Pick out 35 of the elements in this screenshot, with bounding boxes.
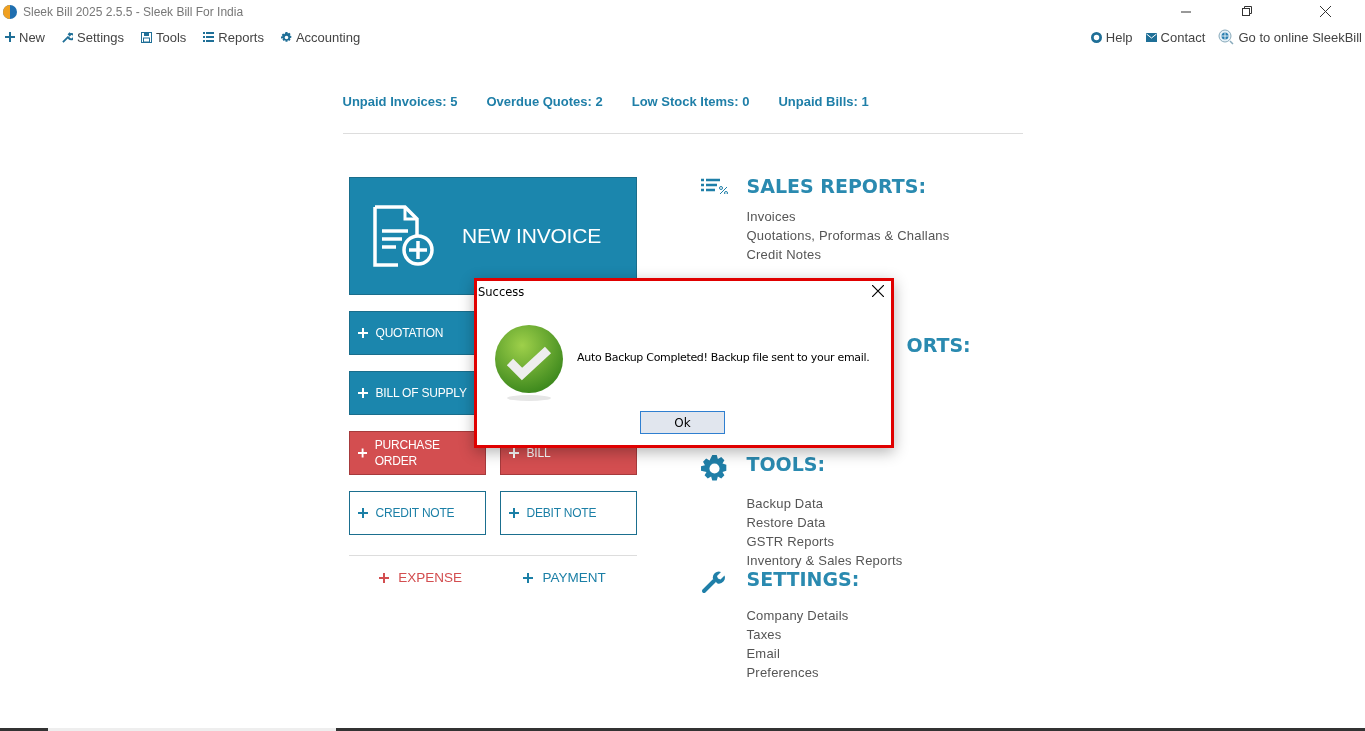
report-link[interactable]: Quotations, Proformas & Challans <box>746 226 971 245</box>
header-link[interactable]: Go to online SleekBill <box>1218 29 1362 45</box>
action-link[interactable]: PAYMENT <box>523 570 606 585</box>
action-button[interactable]: DEBIT NOTE <box>499 491 637 535</box>
section-heading: SALES REPORTS: <box>746 177 927 195</box>
section-heading: ORTS: <box>906 336 971 354</box>
action-link[interactable]: EXPENSE <box>379 570 462 585</box>
report-link[interactable]: Email <box>746 644 971 663</box>
ok-button[interactable]: Ok <box>640 411 725 434</box>
section-heading: SETTINGS: <box>746 570 861 592</box>
report-link[interactable]: Company Details <box>746 606 971 625</box>
dialog-message: Auto Backup Completed! Backup file sent to your email. <box>577 351 870 364</box>
action-button[interactable]: CREDIT NOTE <box>348 491 486 535</box>
header-link[interactable]: Help <box>1090 29 1133 45</box>
header-link[interactable]: Contact <box>1145 29 1206 45</box>
stat-link[interactable]: Unpaid Bills: 1 <box>778 94 869 109</box>
stat-link[interactable]: Overdue Quotes: 2 <box>486 94 603 109</box>
stat-link[interactable]: Low Stock Items: 0 <box>631 94 750 109</box>
report-link[interactable]: Restore Data <box>746 513 971 532</box>
report-link[interactable]: Invoices <box>746 207 971 226</box>
action-button[interactable]: PURCHASE ORDER <box>348 431 486 475</box>
report-link[interactable]: Backup Data <box>746 494 971 513</box>
stat-link[interactable]: Unpaid Invoices: 5 <box>342 94 458 109</box>
report-link[interactable]: GSTR Reports <box>746 532 971 551</box>
section-heading: TOOLS: <box>746 455 827 477</box>
report-link[interactable]: Preferences <box>746 663 971 682</box>
menu-item[interactable]: Tools <box>141 29 187 45</box>
report-link[interactable]: Inventory & Sales Reports <box>746 551 971 570</box>
report-link[interactable]: Credit Notes <box>746 245 971 264</box>
menu-item[interactable]: Accounting <box>280 29 361 45</box>
menu-item[interactable]: Reports <box>203 29 264 45</box>
menu-item[interactable]: New <box>5 29 45 45</box>
menu-item[interactable]: Settings <box>62 29 124 45</box>
window-title: Sleek Bill 2025 2.5.5 - Sleek Bill For India <box>23 5 245 19</box>
report-link[interactable]: Taxes <box>746 625 971 644</box>
